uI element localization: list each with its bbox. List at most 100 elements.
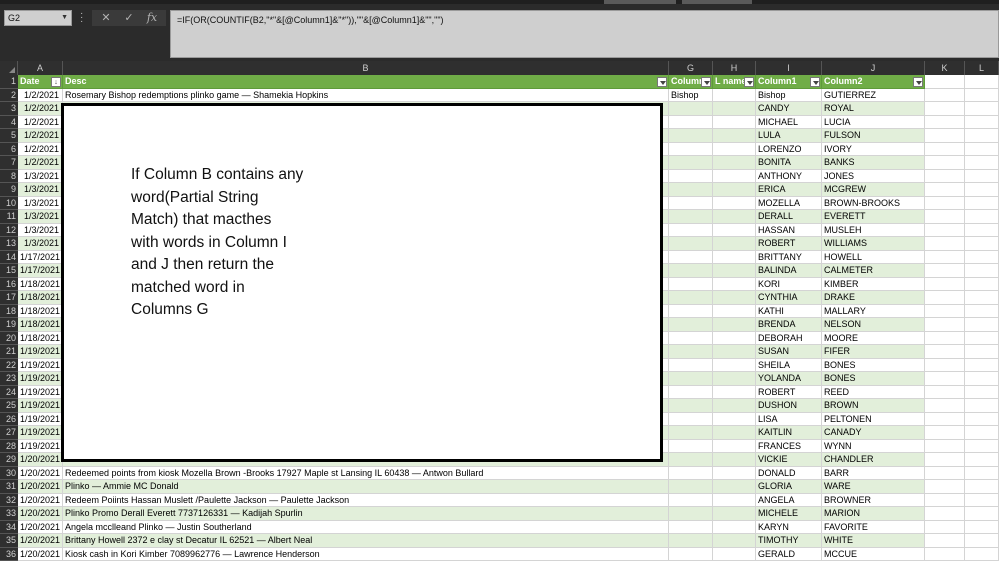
cell-empty[interactable]	[965, 277, 999, 291]
cell-empty[interactable]	[925, 439, 965, 453]
cell-column1[interactable]: ROBERT	[756, 385, 822, 399]
cell-date[interactable]: 1/18/2021	[18, 318, 63, 332]
cell-column1[interactable]: LISA	[756, 412, 822, 426]
cell-date[interactable]: 1/17/2021	[18, 264, 63, 278]
cell-lname[interactable]	[713, 453, 756, 467]
row-header[interactable]: 27	[0, 426, 18, 440]
cell-column1[interactable]: Bishop	[756, 88, 822, 102]
cell-date[interactable]: 1/20/2021	[18, 534, 63, 548]
cell-column1[interactable]: YOLANDA	[756, 372, 822, 386]
cell-empty[interactable]	[925, 88, 965, 102]
row-header[interactable]: 6	[0, 142, 18, 156]
cell-column1[interactable]: ROBERT	[756, 237, 822, 251]
row-header[interactable]: 22	[0, 358, 18, 372]
cell-column1[interactable]: DEBORAH	[756, 331, 822, 345]
cell-column2[interactable]: LUCIA	[822, 115, 925, 129]
row-header[interactable]: 8	[0, 169, 18, 183]
cell-column2[interactable]: REED	[822, 385, 925, 399]
cell-column1[interactable]: BRENDA	[756, 318, 822, 332]
cell-empty[interactable]	[965, 210, 999, 224]
row-header[interactable]: 33	[0, 507, 18, 521]
cell-column[interactable]	[669, 439, 713, 453]
drag-handle-icon[interactable]: · · ·	[80, 9, 86, 27]
row-header[interactable]: 20	[0, 331, 18, 345]
cell-empty[interactable]	[965, 264, 999, 278]
cell-empty[interactable]	[925, 277, 965, 291]
column-header-b[interactable]: B	[63, 61, 669, 75]
cell-desc[interactable]: Angela mcclleand Plinko — Justin Souther…	[63, 520, 669, 534]
cell-column2[interactable]: FAVORITE	[822, 520, 925, 534]
cell-column2[interactable]: MARION	[822, 507, 925, 521]
row-header[interactable]: 1	[0, 75, 18, 89]
cell-column1[interactable]: LORENZO	[756, 142, 822, 156]
row-header[interactable]: 3	[0, 102, 18, 116]
cell-date[interactable]: 1/18/2021	[18, 331, 63, 345]
cell-date[interactable]: 1/20/2021	[18, 480, 63, 494]
column-header-h[interactable]: H	[713, 61, 756, 75]
filter-dropdown-icon[interactable]	[810, 77, 820, 87]
cell-column[interactable]: Bishop	[669, 88, 713, 102]
cell-empty[interactable]	[925, 493, 965, 507]
cell-column1[interactable]: DERALL	[756, 210, 822, 224]
cell-empty[interactable]	[965, 466, 999, 480]
cell-column[interactable]	[669, 466, 713, 480]
cell-column1[interactable]: ANTHONY	[756, 169, 822, 183]
cell-lname[interactable]	[713, 196, 756, 210]
cell-column[interactable]	[669, 358, 713, 372]
row-header[interactable]: 13	[0, 237, 18, 251]
cell-date[interactable]: 1/19/2021	[18, 399, 63, 413]
cell-column2[interactable]: FIFER	[822, 345, 925, 359]
cell-column1[interactable]: BONITA	[756, 156, 822, 170]
cell-column[interactable]	[669, 520, 713, 534]
cell-lname[interactable]	[713, 304, 756, 318]
cell-empty[interactable]	[925, 372, 965, 386]
cell-empty[interactable]	[965, 75, 999, 89]
cell-lname[interactable]	[713, 534, 756, 548]
cell-empty[interactable]	[925, 507, 965, 521]
cell-column[interactable]	[669, 426, 713, 440]
cell-empty[interactable]	[925, 331, 965, 345]
cell-column1[interactable]: ERICA	[756, 183, 822, 197]
cell-column[interactable]	[669, 345, 713, 359]
cell-date[interactable]: 1/18/2021	[18, 291, 63, 305]
cell-date[interactable]: 1/3/2021	[18, 223, 63, 237]
column-header-k[interactable]: K	[925, 61, 965, 75]
cell-column[interactable]	[669, 129, 713, 143]
cell-empty[interactable]	[925, 426, 965, 440]
cell-column2[interactable]: CANADY	[822, 426, 925, 440]
cell-column[interactable]	[669, 385, 713, 399]
cell-column[interactable]	[669, 318, 713, 332]
cell-lname[interactable]	[713, 345, 756, 359]
cell-empty[interactable]	[965, 385, 999, 399]
cell-lname[interactable]	[713, 412, 756, 426]
cell-column1[interactable]: BALINDA	[756, 264, 822, 278]
cell-empty[interactable]	[925, 142, 965, 156]
cell-column[interactable]	[669, 534, 713, 548]
cell-empty[interactable]	[925, 196, 965, 210]
cell-empty[interactable]	[925, 129, 965, 143]
cell-empty[interactable]	[925, 480, 965, 494]
row-header[interactable]: 32	[0, 493, 18, 507]
cell-lname[interactable]	[713, 250, 756, 264]
cell-column2[interactable]: BROWN-BROOKS	[822, 196, 925, 210]
cell-empty[interactable]	[925, 264, 965, 278]
fx-icon[interactable]: fx	[142, 10, 162, 26]
cell-column1[interactable]: KORI	[756, 277, 822, 291]
cell-empty[interactable]	[965, 331, 999, 345]
row-header[interactable]: 29	[0, 453, 18, 467]
cell-lname[interactable]	[713, 480, 756, 494]
cell-column2[interactable]: BONES	[822, 372, 925, 386]
row-header[interactable]: 24	[0, 385, 18, 399]
filter-dropdown-icon[interactable]	[657, 77, 667, 87]
cell-column2[interactable]: IVORY	[822, 142, 925, 156]
cell-date[interactable]: 1/18/2021	[18, 277, 63, 291]
cell-column2[interactable]: BROWN	[822, 399, 925, 413]
column-header-i[interactable]: I	[756, 61, 822, 75]
cell-desc[interactable]: Redeem Poiints Hassan Muslett /Paulette …	[63, 493, 669, 507]
cell-date[interactable]: 1/20/2021	[18, 547, 63, 561]
cell-column1[interactable]: SHEILA	[756, 358, 822, 372]
sort-filter-icon[interactable]: ↓	[51, 77, 61, 87]
formula-input[interactable]: =IF(OR(COUNTIF(B2,"*"&[@Column1]&"*")),"…	[170, 10, 999, 58]
cell-date[interactable]: 1/19/2021	[18, 439, 63, 453]
cell-empty[interactable]	[965, 547, 999, 561]
